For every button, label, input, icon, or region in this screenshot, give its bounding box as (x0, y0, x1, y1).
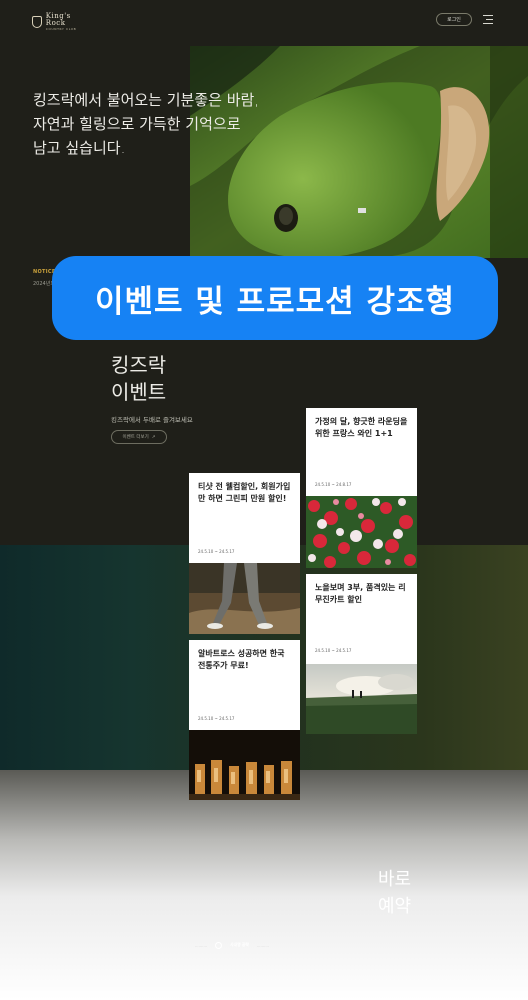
events-title: 킹즈락 이벤트 (111, 352, 166, 406)
reserve-line-2: 예약 (378, 896, 412, 917)
hero-line-3: 남고 싶습니다. (33, 139, 126, 157)
pager-item[interactable]: .......... (257, 943, 269, 948)
event-card[interactable]: 가정의 달, 향긋한 라운딩을 위한 프랑스 와인 1+1 24.5.10 ~ … (306, 408, 417, 568)
hamburger-menu-icon[interactable] (483, 15, 493, 24)
events-more-button[interactable]: 이벤트 더보기 ↗ (111, 430, 167, 444)
hero-headline: 킹즈락에서 불어오는 기분좋은 바람, 자연과 힐링으로 가득한 기억으로 남고… (33, 88, 313, 160)
events-more-label: 이벤트 더보기 (122, 435, 149, 440)
event-card-title: 알바트로스 성공하면 한국 전통주가 무료! (198, 649, 285, 670)
events-title-line-1: 킹즈락 (111, 353, 167, 377)
promotion-banner: 이벤트 및 프로모션 강조형 (52, 256, 498, 340)
event-card-title: 노을보며 3부, 품격있는 리무진카트 할인 (315, 583, 406, 604)
hero-line-2: 자연과 힐링으로 가득한 기억으로 (33, 115, 241, 133)
event-card[interactable]: 티샷 전 웰컴할인, 회원가입만 하면 그린피 만원 할인! 24.5.10 ~… (189, 473, 300, 634)
event-card-date: 24.5.10 ~ 24.8.17 (315, 482, 352, 487)
logo-main-text: King's Rock (45, 12, 71, 27)
golfer-image (189, 563, 300, 634)
section-pager: .......... 사내영 공략 .......... (195, 941, 345, 949)
event-card[interactable]: 알바트로스 성공하면 한국 전통주가 무료! 24.5.10 ~ 24.5.17 (189, 640, 300, 800)
bottles-image (189, 730, 300, 800)
pager-active-dot-icon (215, 941, 223, 949)
event-card-title: 티샷 전 웰컴할인, 회원가입만 하면 그린피 만원 할인! (198, 482, 291, 503)
logo-sub-text: COUNTRY CLUB (45, 27, 77, 31)
event-card-date: 24.5.10 ~ 24.5.17 (198, 716, 235, 721)
kings-rock-logo[interactable]: King's Rock COUNTRY CLUB (32, 12, 92, 32)
quick-reserve-button[interactable]: 바로 예약 (378, 866, 411, 920)
arrow-right-icon: ↗ (151, 434, 156, 440)
reserve-line-1: 바로 (378, 869, 412, 890)
login-button[interactable]: 로그인 (436, 13, 472, 26)
event-card-date: 24.5.10 ~ 24.5.17 (315, 648, 352, 653)
sunset-golf-image (306, 664, 417, 734)
event-card-date: 24.5.10 ~ 24.5.17 (198, 549, 235, 554)
event-card-title: 가정의 달, 향긋한 라운딩을 위한 프랑스 와인 1+1 (315, 417, 408, 438)
event-card[interactable]: 노을보며 3부, 품격있는 리무진카트 할인 24.5.10 ~ 24.5.17 (306, 574, 417, 734)
crest-icon (32, 16, 42, 28)
pager-item[interactable]: .......... (195, 943, 207, 948)
flowers-image (306, 496, 417, 568)
events-subtitle: 킹즈락에서 두배로 즐겨보세요 (111, 416, 193, 424)
footer-gradient (0, 770, 528, 1000)
events-title-line-2: 이벤트 (111, 380, 167, 404)
pager-item-active[interactable]: 사내영 공략 (230, 942, 249, 948)
hero-line-1: 킹즈락에서 불어오는 기분좋은 바람, (33, 91, 260, 109)
